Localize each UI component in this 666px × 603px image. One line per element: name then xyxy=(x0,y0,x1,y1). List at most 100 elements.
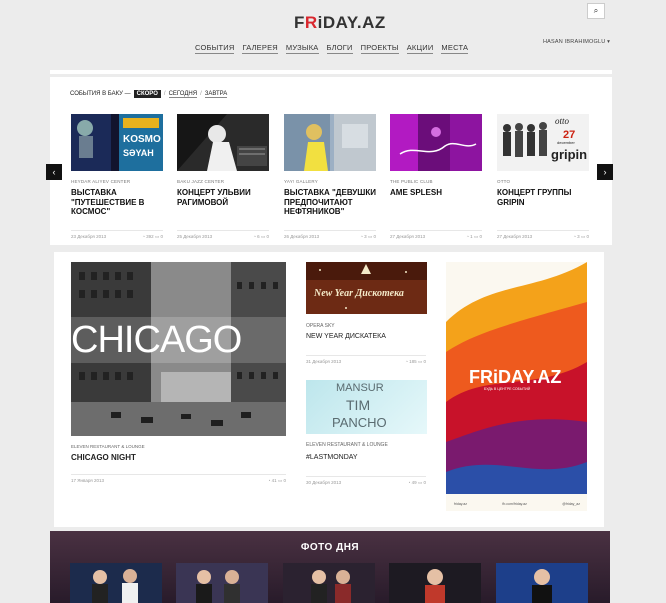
event-title[interactable]: КОНЦЕРТ УЛЬВИИ РАГИМОВОЙ xyxy=(177,188,269,207)
tab-today[interactable]: СЕГОДНЯ xyxy=(168,91,198,98)
carousel-prev-button[interactable]: ‹ xyxy=(46,164,62,180)
event-date: 27 Декабря 2013 xyxy=(497,234,533,239)
featured-title[interactable]: CHICAGO NIGHT xyxy=(71,453,136,462)
newyear-date: 31 Декабря 2013 xyxy=(306,359,342,364)
comment-icon: ▭ xyxy=(473,234,479,239)
event-thumbnail[interactable] xyxy=(284,114,376,171)
tab-tomorrow[interactable]: ЗАВТРА xyxy=(204,91,228,98)
featured-venue: ELEVEN RESTAURANT & LOUNGE xyxy=(71,444,145,449)
user-menu[interactable]: HASAN IBRAHIMOGLU ▾ xyxy=(543,39,610,45)
event-meta: 27 Декабря 2013 ◔ 3 ▭ 0 xyxy=(497,230,589,240)
event-venue: BAKU JAZZ CENTER xyxy=(177,179,225,184)
eye-icon: ◔ xyxy=(253,234,256,239)
event-title[interactable]: ВЫСТАВКА "ПУТЕШЕСТВИЕ В КОСМОС" xyxy=(71,188,163,217)
event-venue: HEYDAR ALIYEV CENTER xyxy=(71,179,131,184)
view-count: 392 xyxy=(146,234,154,239)
tab-soon[interactable]: СКОРО xyxy=(133,90,161,98)
event-stats: ◔ 392 ▭ 0 xyxy=(142,234,163,240)
event-meta: 26 Декабря 2013 ◔ 3 ▭ 0 xyxy=(284,230,376,240)
events-carousel: СОБЫТИЯ В БАКУ — СКОРО / СЕГОДНЯ / ЗАВТР… xyxy=(46,70,613,245)
event-stats: ◔ 1 ▭ 0 xyxy=(466,234,482,240)
photo-thumbnail[interactable] xyxy=(70,563,162,603)
photo-of-day-section: ФОТО ДНЯ xyxy=(50,531,610,603)
eye-icon: ◔ xyxy=(142,234,145,239)
nav-events[interactable]: СОБЫТИЯ xyxy=(195,43,235,54)
event-date: 26 Декабря 2013 xyxy=(284,234,320,239)
main-nav: СОБЫТИЯ ГАЛЕРЕЯ МУЗЫКА БЛОГИ ПРОЕКТЫ АКЦ… xyxy=(195,43,469,54)
logo-rest: iDAY.AZ xyxy=(317,13,386,32)
newyear-image-text: New Year Дискотека xyxy=(313,288,404,299)
friday-ad-banner[interactable]: FRiDAY.AZ БУДЬ В ЦЕНТРЕ СОБЫТИЙ friday.a… xyxy=(446,262,587,511)
event-title[interactable]: ВЫСТАВКА "ДЕВУШКИ ПРЕДПОЧИТАЮТ НЕФТЯНИКО… xyxy=(284,188,376,217)
newyear-meta: 31 Декабря 2013 ◔ 185 ▭ 0 xyxy=(306,355,426,365)
comment-count: 0 xyxy=(423,359,426,364)
event-venue: YAY! GALLERY xyxy=(284,179,318,184)
featured-stats: ◔ 41 ▭ 0 xyxy=(268,478,286,484)
event-title[interactable]: AME SPLESH xyxy=(390,188,482,198)
comment-count: 0 xyxy=(266,234,269,239)
comment-count: 0 xyxy=(283,478,286,483)
carousel-next-button[interactable]: › xyxy=(597,164,613,180)
event-thumbnail[interactable] xyxy=(390,114,482,171)
event-stats: ◔ 3 ▭ 0 xyxy=(573,234,589,240)
nav-places[interactable]: МЕСТА xyxy=(441,43,469,54)
event-stats: ◔ 6 ▭ 0 xyxy=(253,234,269,240)
lastmonday-stats: ◔ 49 ▭ 0 xyxy=(408,480,426,486)
photo-thumbnail[interactable] xyxy=(389,563,481,603)
event-thumbnail[interactable]: KOSMO SƏYAH xyxy=(71,114,163,171)
nav-promotions[interactable]: АКЦИИ xyxy=(406,43,434,54)
comment-count: 0 xyxy=(423,480,426,485)
comment-icon: ▭ xyxy=(580,234,586,239)
nav-blogs[interactable]: БЛОГИ xyxy=(326,43,353,54)
lastmonday-title[interactable]: #LASTMONDAY xyxy=(306,454,358,461)
featured-image[interactable]: CHICAGO xyxy=(71,262,286,436)
nav-gallery[interactable]: ГАЛЕРЕЯ xyxy=(242,43,278,54)
comment-count: 0 xyxy=(373,234,376,239)
chevron-right-icon: › xyxy=(603,167,607,177)
otto-logo: otto xyxy=(555,116,570,126)
events-top-divider xyxy=(50,70,612,74)
newyear-image[interactable]: New Year Дискотека xyxy=(306,262,427,314)
event-thumbnail[interactable] xyxy=(177,114,269,171)
nav-music[interactable]: МУЗЫКА xyxy=(285,43,319,54)
comment-count: 0 xyxy=(160,234,163,239)
event-card[interactable]: BAKU JAZZ CENTER КОНЦЕРТ УЛЬВИИ РАГИМОВО… xyxy=(177,114,269,239)
event-card[interactable]: THE PUBLIC CLUB AME SPLESH 27 Декабря 20… xyxy=(390,114,482,239)
nav-projects[interactable]: ПРОЕКТЫ xyxy=(360,43,399,54)
event-title[interactable]: КОНЦЕРТ ГРУППЫ GRIPIN xyxy=(497,188,589,207)
event-card[interactable]: KOSMO SƏYAH HEYDAR ALIYEV CENTER ВЫСТАВК… xyxy=(71,114,163,239)
view-count: 3 xyxy=(577,234,580,239)
view-count: 185 xyxy=(409,359,417,364)
tab-separator: / xyxy=(163,91,166,97)
view-count: 3 xyxy=(364,234,367,239)
featured-section: CHICAGO ELEVEN RESTAURANT & LOUNGE CHICA… xyxy=(54,252,604,527)
event-thumbnail[interactable]: otto 27 december gripin xyxy=(497,114,589,171)
featured-meta: 17 Января 2013 ◔ 41 ▭ 0 xyxy=(71,474,286,484)
comment-icon: ▭ xyxy=(277,478,283,483)
lastmonday-image[interactable]: MANSUR TIM PANCHO xyxy=(306,380,427,434)
photo-thumbnail[interactable] xyxy=(496,563,588,603)
events-title: СОБЫТИЯ В БАКУ — xyxy=(70,91,131,97)
chevron-left-icon: ‹ xyxy=(52,167,56,177)
kosmos-line2: SƏYAH xyxy=(123,148,154,158)
comment-icon: ▭ xyxy=(260,234,266,239)
photo-thumbnail[interactable] xyxy=(283,563,375,603)
photo-thumbnail[interactable] xyxy=(176,563,268,603)
site-header: FRiDAY.AZ СОБЫТИЯ ГАЛЕРЕЯ МУЗЫКА БЛОГИ П… xyxy=(0,0,666,70)
comment-icon: ▭ xyxy=(367,234,373,239)
event-card[interactable]: otto 27 december gripin OTTO КОНЦЕРТ ГРУ… xyxy=(497,114,589,239)
ad-twitter: @friday_az xyxy=(562,502,580,506)
ad-footer: friday.az fb.com/friday.az @friday_az xyxy=(454,502,580,506)
search-button[interactable]: ⌕ xyxy=(587,3,605,19)
newyear-title[interactable]: NEW YEAR ДИСКАТЕКА xyxy=(306,333,386,340)
comment-count: 0 xyxy=(586,234,589,239)
event-meta: 27 Декабря 2013 ◔ 1 ▭ 0 xyxy=(390,230,482,240)
comment-icon: ▭ xyxy=(417,359,423,364)
date-month: december xyxy=(557,140,575,145)
events-heading: СОБЫТИЯ В БАКУ — СКОРО / СЕГОДНЯ / ЗАВТР… xyxy=(70,90,228,98)
gripin-logo: gripin xyxy=(551,147,587,162)
newyear-venue: OPERA SKY xyxy=(306,323,335,329)
chicago-overlay-text: CHICAGO xyxy=(71,317,286,363)
site-logo[interactable]: FRiDAY.AZ xyxy=(294,13,386,33)
event-card[interactable]: YAY! GALLERY ВЫСТАВКА "ДЕВУШКИ ПРЕДПОЧИТ… xyxy=(284,114,376,239)
